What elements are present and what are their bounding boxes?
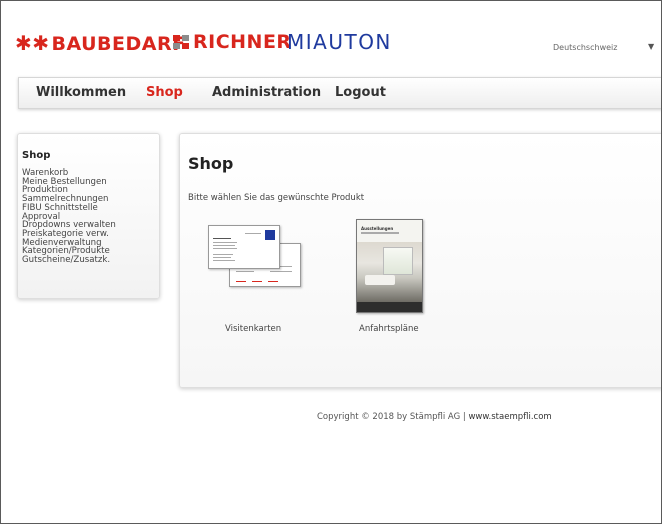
product-label-anfahrtsplaene[interactable]: Anfahrtspläne <box>359 324 419 334</box>
product-label-visitenkarten[interactable]: Visitenkarten <box>225 324 281 334</box>
business-card-icon <box>208 225 280 269</box>
richner-logo[interactable]: RICHNER <box>173 31 292 53</box>
sidebar-menu: Warenkorb Meine Bestellungen Produktion … <box>22 169 116 265</box>
squares-logo-icon <box>173 35 189 49</box>
miauton-logo[interactable]: MIAUTON <box>287 30 392 54</box>
asterisk-logo-icon: ✱✱ <box>15 31 50 55</box>
footer: Copyright © 2018 by Stämpfli AG | www.st… <box>317 412 552 422</box>
nav-item-logout[interactable]: Logout <box>335 85 386 100</box>
footer-copyright: Copyright © 2018 by Stämpfli AG <box>317 412 461 422</box>
sidebar: Shop Warenkorb Meine Bestellungen Produk… <box>17 133 160 299</box>
footer-separator: | <box>462 412 466 422</box>
sidebar-item-gutscheine[interactable]: Gutscheine/Zusatzk. <box>22 256 116 265</box>
language-select[interactable]: Deutschschweiz <box>553 43 617 52</box>
brochure-icon: Ausstellungen <box>356 219 423 313</box>
page-title: Shop <box>188 154 234 173</box>
chevron-down-icon[interactable]: ▼ <box>648 42 654 51</box>
sidebar-title: Shop <box>22 150 51 161</box>
page-subtitle: Bitte wählen Sie das gewünschte Produkt <box>188 193 365 203</box>
nav-item-willkommen[interactable]: Willkommen <box>36 85 126 100</box>
baubedarf-logo[interactable]: ✱✱ BAUBEDARF <box>15 31 186 55</box>
browser-page: ✱✱ BAUBEDARF RICHNER MIAUTON Deutschschwe… <box>0 0 662 524</box>
nav-item-administration[interactable]: Administration <box>212 85 321 100</box>
footer-website-link[interactable]: www.staempfli.com <box>468 412 551 422</box>
nav-item-shop[interactable]: Shop <box>146 85 183 100</box>
main-nav: Willkommen Shop Administration Logout <box>18 77 661 109</box>
